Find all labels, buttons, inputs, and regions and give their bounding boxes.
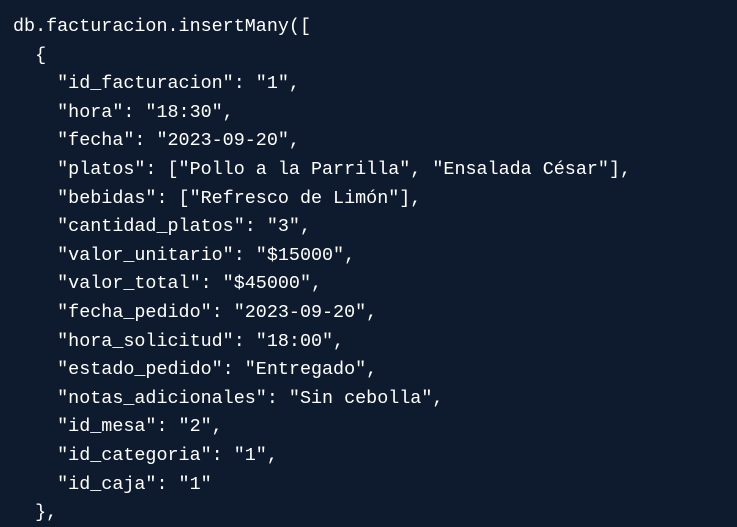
code-line-fecha-pedido: "fecha_pedido": "2023-09-20", — [13, 301, 378, 323]
code-line-id-mesa: "id_mesa": "2", — [13, 416, 223, 438]
code-line-insert-call: db.facturacion.insertMany([ — [13, 16, 311, 37]
code-block: db.facturacion.insertMany([ { "id_factur… — [0, 0, 737, 527]
code-line-hora: "hora": "18:30", — [13, 101, 234, 123]
code-line-bebidas: "bebidas": ["Refresco de Limón"], — [13, 187, 422, 209]
code-line-cantidad-platos: "cantidad_platos": "3", — [13, 216, 311, 238]
code-line-notas-adicionales: "notas_adicionales": "Sin cebolla", — [13, 387, 444, 409]
code-line-id-facturacion: "id_facturacion": "1", — [13, 73, 300, 95]
code-line-valor-unitario: "valor_unitario": "$15000", — [13, 244, 356, 266]
code-line-id-categoria: "id_categoria": "1", — [13, 444, 278, 466]
code-line-valor-total: "valor_total": "$45000", — [13, 273, 323, 295]
code-line-open-brace: { — [13, 44, 47, 66]
code-line-close-brace: }, — [13, 502, 58, 524]
code-line-hora-solicitud: "hora_solicitud": "18:00", — [13, 330, 345, 352]
code-line-fecha: "fecha": "2023-09-20", — [13, 130, 300, 152]
code-line-estado-pedido: "estado_pedido": "Entregado", — [13, 359, 378, 381]
code-line-id-caja: "id_caja": "1" — [13, 473, 212, 495]
code-line-platos: "platos": ["Pollo a la Parrilla", "Ensal… — [13, 158, 632, 180]
